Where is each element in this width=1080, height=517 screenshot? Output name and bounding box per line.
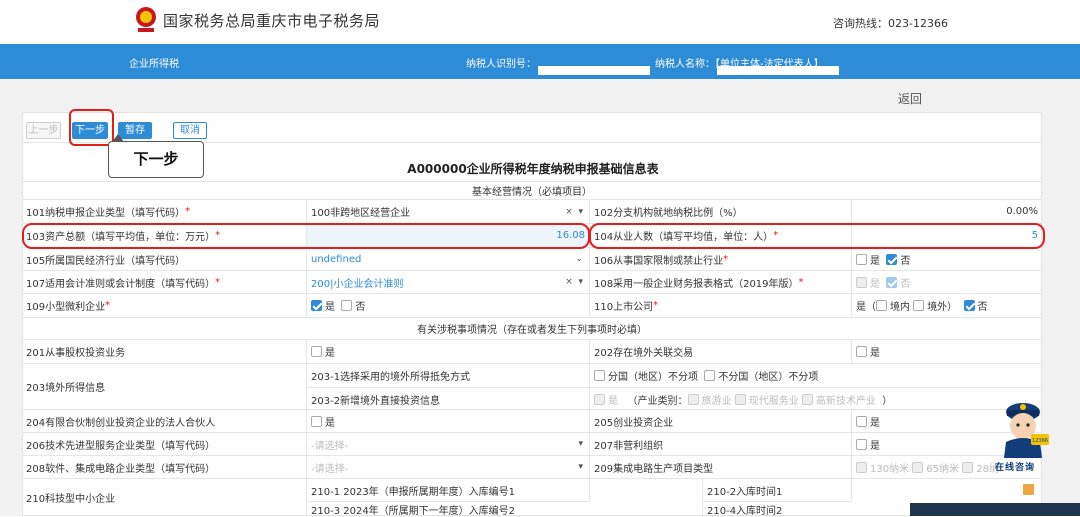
small-micro-options[interactable]: 是 否: [306, 294, 589, 317]
checkbox-disabled: [594, 393, 605, 405]
checkbox[interactable]: [311, 415, 322, 427]
checkbox[interactable]: [311, 346, 322, 357]
chevron-down-icon: ⌄: [575, 254, 583, 264]
checkbox[interactable]: [704, 370, 716, 381]
table-row: 105所属国民经济行业（填写代码） undefined ⌄ 106从事国家限制或禁…: [22, 247, 1042, 270]
table-row: 208软件、集成电路企业类型（填写代码） -请选择- ▾ 209集成电路生产项目类…: [22, 455, 1042, 478]
toolbar: 上一步 下一步 暂存 取消: [22, 112, 1042, 142]
checkbox[interactable]: [856, 438, 867, 450]
site-title: 国家税务总局重庆市电子税务局: [163, 12, 381, 30]
checkbox-checked-disabled: [886, 276, 898, 288]
highlight-total-assets: [22, 223, 590, 249]
table-row: 206技术先进型服务企业类型（填写代码） -请选择- ▾ 207非营利组织 是: [22, 432, 1042, 455]
table-row: 210科技型中小企业 210-1 2023年（申报所属期年度）入库编号1 210…: [22, 478, 1042, 517]
table-row: 109小型微利企业 * 是 否 110上市公司 * 是（ 境内 境外） 否: [22, 293, 1042, 317]
accounting-standard-select[interactable]: 200|小企业会计准则 × ▾: [306, 271, 589, 293]
registration-no-1-input[interactable]: [589, 479, 702, 501]
highlight-next-button: [69, 109, 114, 146]
checkbox-checked[interactable]: [886, 253, 898, 265]
restricted-industry-options[interactable]: 是 否: [851, 248, 1042, 270]
taxpayer-id-label: 纳税人识别号：: [466, 55, 650, 75]
module-name: 企业所得税: [129, 59, 179, 70]
checkbox-disabled: [856, 276, 867, 288]
next-step-callout: 下一步: [108, 141, 204, 178]
redacted-mask: [538, 66, 650, 75]
site-header: 国家税务总局重庆市电子税务局 咨询热线：023-12366: [0, 0, 1080, 44]
checkbox-disabled: [962, 461, 974, 473]
checkbox-checked[interactable]: [963, 300, 975, 311]
checkbox[interactable]: [856, 346, 867, 357]
tax-emblem-icon: [136, 7, 156, 32]
foreign-investment-options[interactable]: 是 （产业类别： 旅游业 现代服务业 高新技术产业 ）: [589, 387, 1042, 410]
taxpayer-bar: 企业所得税 纳税人识别号： 纳税人名称： 【单位主体-法定代表人】: [0, 44, 1080, 79]
redacted-mask: [717, 66, 839, 75]
checkbox-checked[interactable]: [311, 300, 322, 311]
calendar-icon[interactable]: [1023, 484, 1034, 495]
chevron-down-icon: ▾: [578, 462, 583, 472]
tech-service-type-select[interactable]: -请选择- ▾: [306, 433, 589, 455]
listed-company-options[interactable]: 是（ 境内 境外） 否: [851, 294, 1042, 317]
checkbox[interactable]: [594, 370, 605, 381]
enterprise-type-select[interactable]: 100非跨地区经营企业 × ▾: [306, 200, 589, 223]
checkbox[interactable]: [856, 253, 867, 265]
checkbox-disabled: [734, 393, 746, 405]
checkbox-disabled: [912, 461, 924, 473]
svg-text:12366: 12366: [1032, 438, 1048, 444]
software-ic-type-select[interactable]: -请选择- ▾: [306, 456, 589, 478]
section-header: 有关涉税事项情况（存在或者发生下列事项时必填）: [22, 317, 1042, 339]
foreign-credit-options[interactable]: 分国（地区）不分项 不分国（地区）不分项: [589, 364, 1042, 387]
chevron-down-icon: ▾: [578, 439, 583, 449]
checkbox[interactable]: [341, 300, 353, 311]
back-link[interactable]: 返回: [898, 90, 922, 107]
clear-dropdown-icon[interactable]: × ▾: [565, 207, 583, 217]
prev-button[interactable]: 上一步: [26, 122, 61, 139]
taxpayer-name-label: 纳税人名称： 【单位主体-法定代表人】: [655, 55, 839, 75]
table-row: 204有限合伙制创业投资企业的法人合伙人 是 205创业投资企业 是: [22, 409, 1042, 432]
checkbox[interactable]: [856, 415, 867, 427]
checkbox[interactable]: [913, 300, 925, 311]
table-row: 107适用会计准则或会计制度（填写代码） * 200|小企业会计准则 × ▾ 108…: [22, 270, 1042, 293]
checkbox[interactable]: [876, 300, 887, 311]
checkbox-disabled: [801, 393, 813, 405]
checkbox-disabled: [687, 393, 699, 405]
checkbox-disabled: [856, 461, 867, 473]
industry-select[interactable]: undefined ⌄: [306, 248, 589, 270]
table-row: 101纳税申报企业类型（填写代码） * 100非跨地区经营企业 × ▾ 102分支机…: [22, 199, 1042, 223]
footer-bar: [910, 503, 1080, 516]
online-consult-label[interactable]: 在线咨询: [995, 460, 1035, 473]
table-row: 201从事股权投资业务 是 202存在境外关联交易 是: [22, 339, 1042, 363]
hotline: 咨询热线：023-12366: [833, 17, 948, 30]
table-row: 203境外所得信息 203-1选择采用的境外所得抵免方式 分国（地区）不分项 不…: [22, 363, 1042, 410]
registration-date-1-input[interactable]: [851, 479, 1042, 501]
highlight-employee-count: [589, 223, 1045, 249]
section-header: 基本经营情况（必填项目）: [22, 181, 1042, 199]
cancel-button[interactable]: 取消: [173, 122, 207, 139]
clear-dropdown-icon[interactable]: × ▾: [565, 277, 583, 287]
